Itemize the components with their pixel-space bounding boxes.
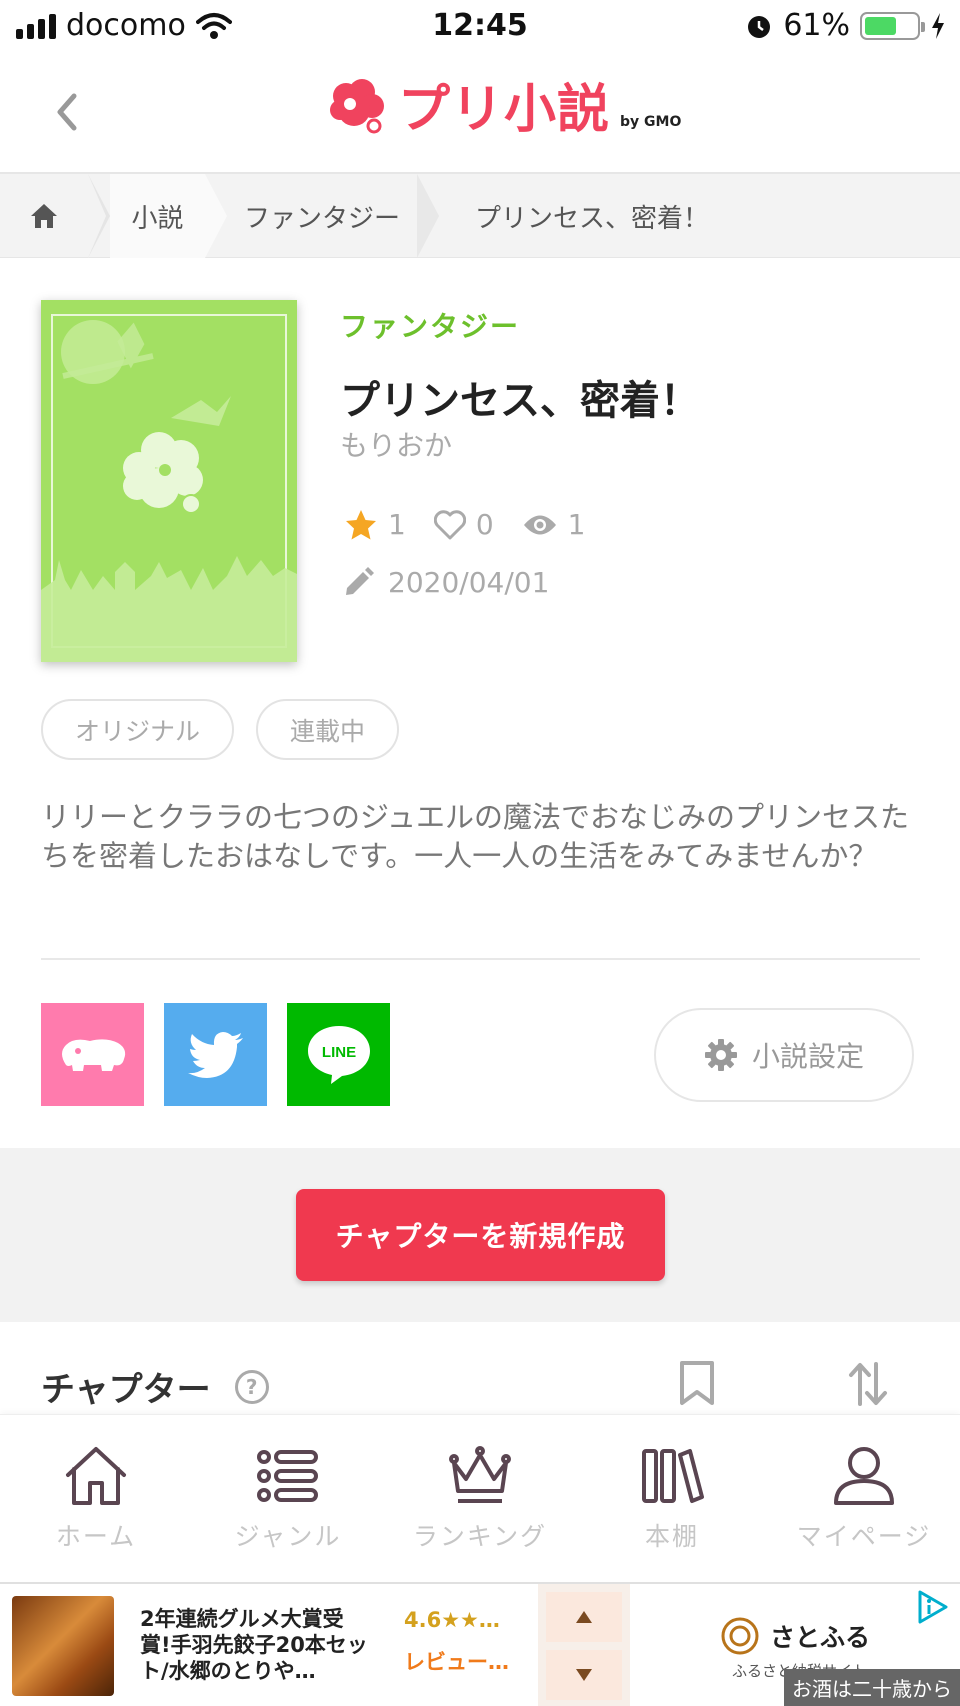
tag-serializing[interactable]: 連載中 bbox=[256, 699, 400, 760]
updated-date-row: 2020/04/01 bbox=[342, 566, 549, 599]
novel-settings-button[interactable]: 小説設定 bbox=[654, 1008, 914, 1102]
share-elephant-button[interactable] bbox=[41, 1003, 144, 1106]
ad-brand-name: さとふる bbox=[770, 1623, 871, 1652]
breadcrumb-separator bbox=[417, 174, 439, 258]
back-chevron-icon[interactable] bbox=[44, 82, 94, 142]
home-icon bbox=[66, 1447, 126, 1505]
eye-icon bbox=[523, 515, 556, 534]
tab-mypage[interactable]: マイページ bbox=[768, 1415, 960, 1583]
elephant-icon bbox=[61, 1038, 125, 1071]
ad-down-button[interactable] bbox=[546, 1650, 622, 1700]
sort-icon[interactable] bbox=[848, 1360, 888, 1408]
chapter-heading-row: チャプター ? bbox=[41, 1362, 269, 1411]
status-bar: docomo 12:45 61% bbox=[0, 0, 960, 52]
ad-text[interactable]: 2年連続グルメ大賞受賞!手羽先餃子20本セット/水郷のとりや… bbox=[140, 1606, 370, 1684]
bookmark-icon[interactable] bbox=[678, 1360, 716, 1406]
ad-banner[interactable]: 2年連続グルメ大賞受賞!手羽先餃子20本セット/水郷のとりや… 4.6★★… レ… bbox=[0, 1582, 960, 1706]
breadcrumb-home[interactable] bbox=[0, 174, 88, 258]
breadcrumb-separator bbox=[88, 174, 110, 258]
star-icon bbox=[346, 509, 376, 539]
chapter-heading: チャプター bbox=[41, 1370, 211, 1410]
tab-genre-label: ジャンル bbox=[234, 1522, 342, 1551]
ad-product-image[interactable] bbox=[12, 1596, 114, 1696]
home-icon bbox=[31, 204, 57, 228]
share-twitter-button[interactable] bbox=[164, 1003, 267, 1106]
section-divider bbox=[41, 958, 920, 960]
list-icon bbox=[257, 1450, 318, 1502]
tab-ranking-label: ランキング bbox=[412, 1522, 548, 1551]
pencil-icon bbox=[346, 566, 374, 595]
alarm-icon bbox=[748, 15, 771, 38]
breadcrumb-novels[interactable]: 小説 bbox=[110, 174, 205, 258]
line-logo-text: LINE bbox=[321, 1044, 355, 1061]
ad-up-button[interactable] bbox=[546, 1592, 622, 1642]
satofuru-logo-icon bbox=[721, 1617, 759, 1655]
help-icon[interactable]: ? bbox=[234, 1369, 269, 1404]
tab-home[interactable]: ホーム bbox=[0, 1415, 192, 1583]
breadcrumb-genre[interactable]: ファンタジー bbox=[227, 174, 417, 258]
charging-icon bbox=[932, 12, 944, 39]
battery-icon bbox=[860, 11, 925, 40]
tab-mypage-label: マイページ bbox=[796, 1522, 932, 1551]
tab-bookshelf-label: 本棚 bbox=[644, 1522, 699, 1551]
book-title: プリンセス、密着！ bbox=[340, 378, 700, 424]
breadcrumb: 小説 ファンタジー プリンセス、密着！ bbox=[0, 174, 960, 258]
logo-bubble-icon bbox=[330, 79, 384, 134]
ad-brand[interactable]: さとふる bbox=[720, 1616, 870, 1656]
logo-by-gmo: by GMO bbox=[620, 114, 682, 130]
book-genre[interactable]: ファンタジー bbox=[340, 305, 520, 345]
tab-bookshelf[interactable]: 本棚 bbox=[576, 1415, 768, 1583]
ad-age-notice: お酒は二十歳から bbox=[784, 1669, 960, 1706]
breadcrumb-separator bbox=[205, 174, 227, 258]
bookshelf-icon bbox=[642, 1449, 704, 1503]
breadcrumb-current: プリンセス、密着！ bbox=[475, 203, 710, 234]
tab-ranking[interactable]: ランキング bbox=[384, 1415, 576, 1583]
book-author[interactable]: もりおか bbox=[340, 424, 452, 464]
novel-settings-label: 小説設定 bbox=[751, 1040, 864, 1073]
crown-icon bbox=[449, 1446, 511, 1503]
tab-home-label: ホーム bbox=[55, 1522, 137, 1551]
cover-illustration bbox=[41, 320, 297, 662]
battery-percent: 61% bbox=[783, 8, 850, 43]
heart-icon bbox=[433, 509, 466, 539]
updated-date: 2020/04/01 bbox=[388, 566, 550, 599]
create-chapter-section: チャプターを新規作成 bbox=[0, 1148, 960, 1322]
bottom-tab-bar: ホーム ジャンル ランキング 本棚 マイページ bbox=[0, 1414, 960, 1582]
app-header: プリ小説 by GMO bbox=[0, 52, 960, 174]
create-chapter-button[interactable]: チャプターを新規作成 bbox=[296, 1189, 665, 1281]
ad-carousel-controls bbox=[538, 1584, 630, 1706]
gear-icon bbox=[704, 1039, 737, 1071]
app-logo[interactable]: プリ小説 by GMO bbox=[328, 78, 681, 136]
triangle-down-icon bbox=[576, 1669, 592, 1681]
user-icon bbox=[834, 1447, 894, 1505]
ad-info-icon[interactable] bbox=[916, 1590, 950, 1624]
tab-genre[interactable]: ジャンル bbox=[192, 1415, 384, 1583]
book-tags: オリジナル 連載中 bbox=[41, 699, 400, 760]
twitter-bird-icon bbox=[187, 1031, 243, 1078]
ad-rating: 4.6★★… bbox=[404, 1608, 500, 1632]
logo-text: プリ小説 bbox=[398, 80, 611, 140]
line-logo-icon: LINE bbox=[307, 1025, 370, 1084]
book-cover[interactable] bbox=[41, 300, 297, 662]
view-count: 1 bbox=[567, 508, 586, 541]
book-stats: 1 0 1 bbox=[344, 508, 603, 541]
star-count: 1 bbox=[388, 508, 406, 541]
ad-review[interactable]: レビュー… bbox=[404, 1646, 509, 1676]
book-description: リリーとクララの七つのジュエルの魔法でおなじみのプリンセスたちを密着したおはなし… bbox=[41, 800, 909, 873]
share-line-button[interactable]: LINE bbox=[287, 1003, 390, 1106]
triangle-up-icon bbox=[576, 1611, 592, 1623]
like-count: 0 bbox=[475, 508, 494, 541]
tag-original[interactable]: オリジナル bbox=[41, 699, 235, 760]
